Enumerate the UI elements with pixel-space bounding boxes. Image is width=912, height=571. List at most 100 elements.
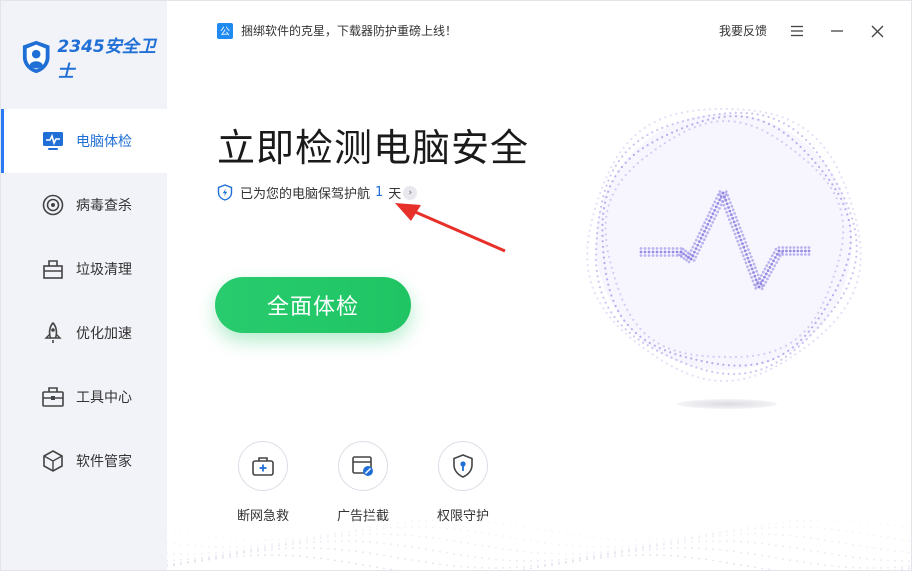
sidebar-item-pc-checkup[interactable]: 电脑体检: [1, 109, 167, 173]
wave-dot: [292, 543, 294, 545]
orb-dot: [842, 181, 845, 184]
full-scan-button[interactable]: 全面体检: [215, 277, 411, 333]
wave-dot: [187, 553, 189, 555]
orb-dot: [628, 169, 631, 173]
tool-ad-block[interactable]: 广告拦截: [313, 441, 413, 524]
wave-dot: [537, 528, 539, 530]
wave-dot: [355, 562, 357, 565]
wave-dot: [516, 549, 518, 552]
orb-dot: [612, 271, 615, 275]
minimize-icon[interactable]: [825, 19, 849, 43]
pulse-dot: [703, 221, 707, 225]
wave-dot: [215, 552, 217, 554]
orb-dot: [809, 334, 812, 337]
pulse-dot: [756, 280, 760, 284]
wave-dot: [887, 559, 889, 562]
pulse-dot: [788, 253, 792, 256]
chevron-right-icon[interactable]: ›: [403, 185, 418, 200]
feedback-link[interactable]: 我要反馈: [719, 22, 767, 39]
orb-dot: [607, 190, 610, 193]
pulse-dot: [737, 222, 741, 226]
orb-dot: [830, 310, 833, 313]
announcement-banner[interactable]: 公 捆绑软件的克星，下载器防护重磅上线！: [217, 22, 457, 39]
orb-dot: [751, 112, 754, 115]
wave-dot: [859, 544, 861, 547]
pulse-dot: [727, 206, 730, 209]
sidebar-item-junk-clean[interactable]: 垃圾清理: [1, 237, 167, 301]
pulse-dot: [704, 226, 708, 230]
wave-dot: [222, 557, 224, 559]
tool-network-rescue[interactable]: 断网急救: [213, 441, 313, 524]
wave-dot: [873, 567, 875, 569]
wave-dot: [880, 548, 882, 550]
wave-dot: [348, 540, 350, 542]
sidebar-item-virus-scan[interactable]: 病毒查杀: [1, 173, 167, 237]
orb-dot: [604, 267, 607, 270]
wave-dot: [908, 551, 910, 554]
orb-dot: [722, 120, 725, 123]
orb-dot: [841, 274, 844, 277]
pulse-dot: [761, 270, 765, 274]
orb-dot: [849, 297, 852, 300]
wave-dot: [509, 536, 511, 539]
wave-dot: [474, 530, 476, 533]
pulse-dot: [701, 224, 705, 228]
wave-dot: [250, 551, 252, 553]
orb-dot: [617, 183, 620, 186]
orb-dot: [647, 335, 650, 338]
orb-dot: [641, 147, 644, 150]
wave-dot: [229, 537, 231, 540]
orb-dot: [765, 366, 768, 369]
orb-dot: [848, 197, 851, 200]
pulse-dot: [781, 249, 785, 253]
orb-dot: [847, 218, 850, 222]
wave-dot: [167, 559, 168, 562]
orb-dot: [854, 233, 857, 236]
wave-dot: [817, 538, 819, 540]
orb-dot: [609, 316, 612, 319]
orb-dot: [591, 286, 594, 289]
wave-dot: [236, 538, 238, 541]
orb-dot: [714, 108, 717, 111]
sidebar-item-tool-center[interactable]: 工具中心: [1, 365, 167, 429]
orb-dot: [820, 332, 823, 335]
wave-dot: [873, 522, 875, 524]
wave-dot: [614, 552, 616, 555]
orb-dot: [742, 108, 745, 111]
wave-dot: [551, 530, 553, 533]
menu-icon[interactable]: [785, 19, 809, 43]
wave-dot: [677, 542, 679, 545]
wave-dot: [530, 551, 532, 554]
orb-dot: [831, 183, 834, 186]
top-bar: 公 捆绑软件的克星，下载器防护重磅上线！ 我要反馈: [167, 1, 911, 61]
orb-dot: [622, 146, 625, 149]
pulse-dot: [741, 254, 745, 258]
close-icon[interactable]: [865, 19, 889, 43]
wave-dot: [222, 551, 224, 554]
wave-dot: [334, 535, 336, 538]
wave-dot: [264, 539, 266, 541]
orb-dot: [609, 198, 612, 201]
orb-dot: [720, 107, 723, 111]
wave-dot: [586, 535, 588, 538]
protection-days-info[interactable]: 已为您的电脑保驾护航 1 天 ›: [217, 183, 418, 202]
sidebar-item-software-manager[interactable]: 软件管家: [1, 429, 167, 493]
orb-dot: [701, 354, 704, 357]
orb-dot: [745, 112, 748, 115]
wave-dot: [565, 561, 567, 564]
sidebar-item-optimize[interactable]: 优化加速: [1, 301, 167, 365]
orb-dot: [839, 297, 843, 300]
orb-dot: [767, 115, 770, 119]
orb-dot: [609, 185, 612, 188]
wave-dot: [257, 548, 259, 551]
orb-dot: [595, 258, 598, 261]
wave-dot: [768, 523, 770, 526]
pulse-dot: [639, 250, 643, 254]
sidebar-item-label: 电脑体检: [76, 134, 132, 150]
orb-dot: [601, 223, 604, 226]
wave-dot: [782, 558, 784, 560]
orb-dot: [780, 140, 783, 143]
orb-dot: [835, 197, 838, 200]
wave-dot: [845, 519, 847, 522]
tool-permission-guard[interactable]: 权限守护: [413, 441, 513, 524]
